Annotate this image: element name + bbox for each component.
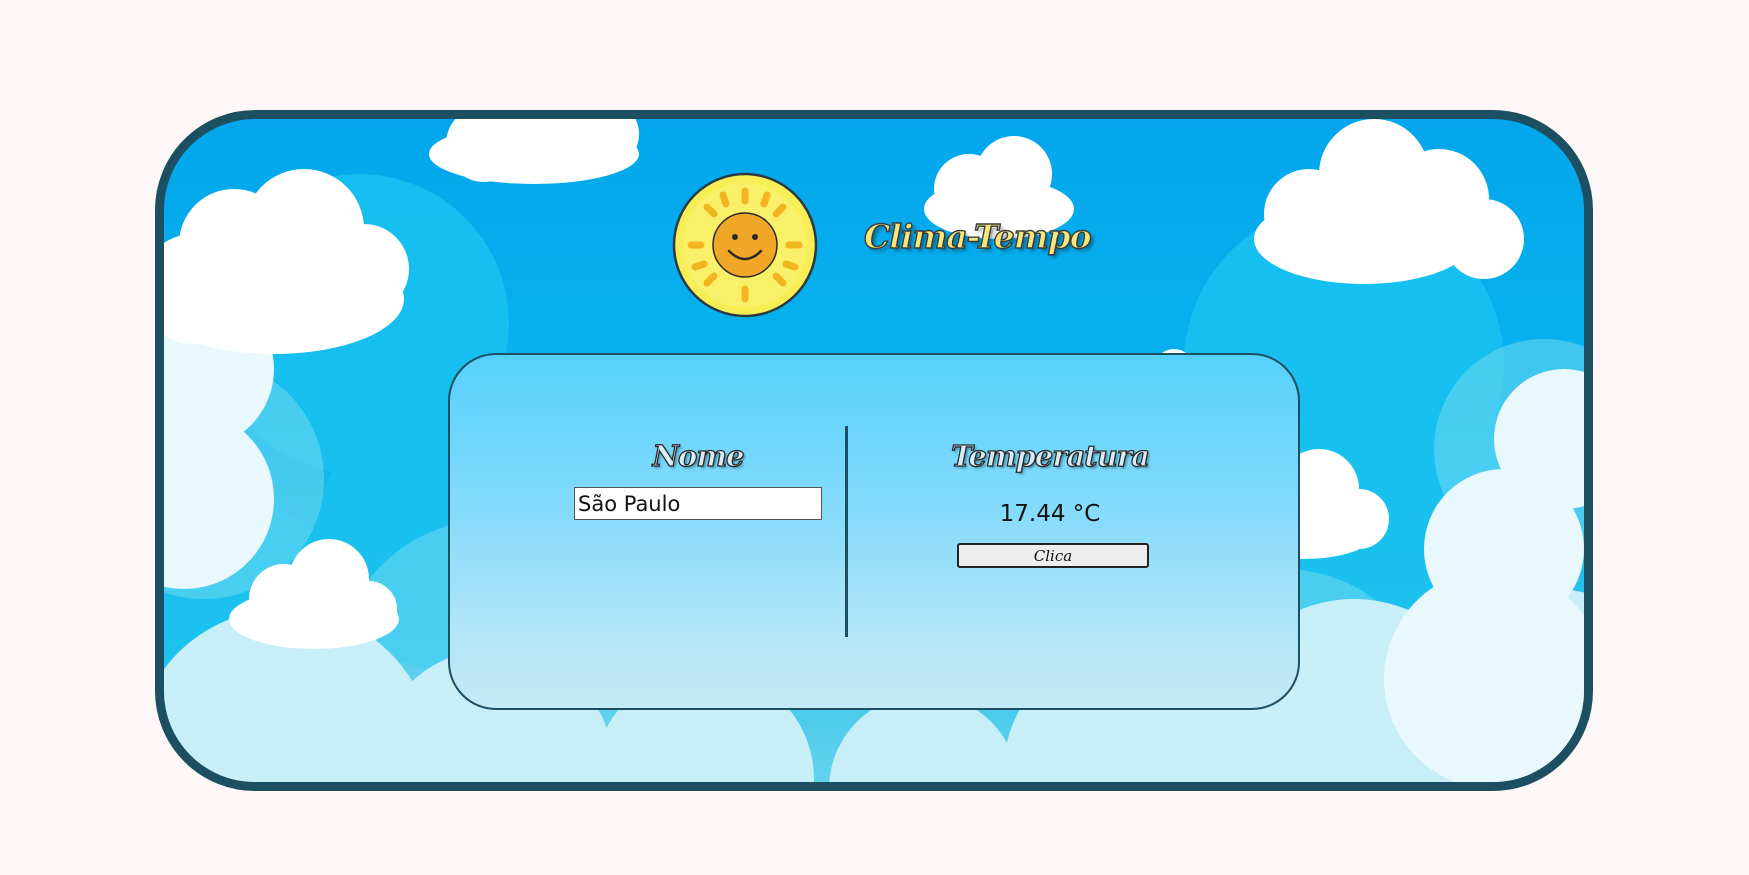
temperature-value: 17.44 °C — [999, 501, 1101, 527]
weather-card: Nome Temperatura 17.44 °C Clica — [448, 353, 1300, 710]
sun-logo-icon — [672, 172, 818, 318]
city-name-input[interactable] — [574, 487, 822, 520]
app-frame: Clima-Tempo Nome Temperatura 17.44 °C Cl… — [155, 110, 1593, 791]
name-heading: Nome — [652, 438, 745, 473]
card-divider — [845, 426, 848, 637]
clica-button[interactable]: Clica — [957, 543, 1149, 568]
app-title: Clima-Tempo — [863, 216, 1092, 256]
temperature-heading: Temperatura — [950, 438, 1150, 473]
